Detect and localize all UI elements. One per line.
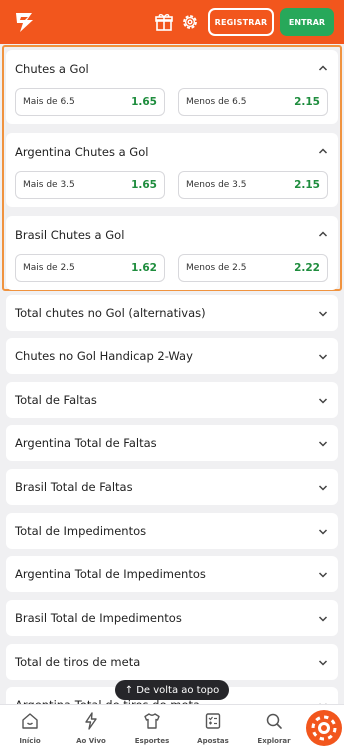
odd-button-over[interactable]: Mais de 3.5 1.65 bbox=[15, 171, 165, 199]
market-title: Argentina Total de Faltas bbox=[15, 436, 157, 450]
chevron-down-icon bbox=[318, 311, 328, 317]
home-icon bbox=[22, 713, 38, 729]
market-card-brasil-shots: Brasil Chutes a Gol Mais de 2.5 1.62 Men… bbox=[6, 216, 338, 290]
odd-label: Mais de 3.5 bbox=[23, 180, 75, 190]
nav-home[interactable]: Início bbox=[0, 711, 60, 749]
market-title: Total de tiros de meta bbox=[15, 655, 141, 669]
search-icon bbox=[266, 713, 282, 729]
bottom-nav: Início Ao Vivo Esportes Apostas Explorar bbox=[0, 704, 344, 750]
chevron-up-icon[interactable] bbox=[318, 147, 328, 155]
nav-sports[interactable]: Esportes bbox=[122, 711, 182, 749]
chevron-up-icon[interactable] bbox=[318, 64, 328, 72]
market-row[interactable]: Argentina Total de Impedimentos bbox=[6, 556, 338, 592]
market-card-argentina-shots: Argentina Chutes a Gol Mais de 3.5 1.65 … bbox=[6, 133, 338, 207]
back-to-top-button[interactable]: ↑ De volta ao topo bbox=[115, 680, 229, 700]
register-button[interactable]: REGISTRAR bbox=[208, 8, 274, 36]
odd-label: Mais de 2.5 bbox=[23, 263, 75, 273]
chevron-down-icon bbox=[318, 485, 328, 491]
market-title: Brasil Total de Impedimentos bbox=[15, 611, 182, 625]
chevron-down-icon bbox=[318, 354, 328, 360]
gift-icon[interactable] bbox=[154, 12, 174, 32]
market-title: Total de Faltas bbox=[15, 393, 97, 407]
lightning-icon bbox=[85, 712, 97, 730]
betslip-icon bbox=[205, 713, 221, 729]
chevron-down-icon bbox=[318, 398, 328, 404]
market-row[interactable]: Chutes no Gol Handicap 2-Way bbox=[6, 338, 338, 374]
market-title: Total de Impedimentos bbox=[15, 524, 147, 538]
market-row[interactable]: Total de Faltas bbox=[6, 382, 338, 418]
odd-button-under[interactable]: Menos de 2.5 2.22 bbox=[178, 254, 328, 282]
odd-value: 1.62 bbox=[131, 262, 157, 274]
login-button[interactable]: ENTRAR bbox=[280, 8, 334, 36]
odd-label: Menos de 6.5 bbox=[186, 97, 247, 107]
nav-bets[interactable]: Apostas bbox=[183, 711, 243, 749]
gear-icon[interactable] bbox=[180, 12, 200, 32]
odd-value: 2.15 bbox=[294, 179, 320, 191]
nav-explore[interactable]: Explorar bbox=[244, 711, 304, 749]
market-row[interactable]: Brasil Total de Faltas bbox=[6, 469, 338, 505]
chevron-down-icon bbox=[318, 572, 328, 578]
chevron-down-icon bbox=[318, 660, 328, 666]
market-title[interactable]: Chutes a Gol bbox=[15, 62, 89, 76]
nav-label: Esportes bbox=[134, 737, 170, 745]
nav-live[interactable]: Ao Vivo bbox=[61, 711, 121, 749]
arrow-up-icon: ↑ bbox=[124, 684, 134, 696]
market-title[interactable]: Argentina Chutes a Gol bbox=[15, 145, 148, 159]
market-row[interactable]: Total chutes no Gol (alternativas) bbox=[6, 295, 338, 331]
market-title: Total chutes no Gol (alternativas) bbox=[15, 306, 206, 320]
back-to-top-label: De volta ao topo bbox=[136, 684, 220, 696]
nav-label: Ao Vivo bbox=[76, 737, 106, 745]
market-title: Argentina Total de Impedimentos bbox=[15, 567, 206, 581]
chevron-down-icon bbox=[318, 616, 328, 622]
market-title: Brasil Total de Faltas bbox=[15, 480, 133, 494]
market-row[interactable]: Total de Impedimentos bbox=[6, 513, 338, 549]
market-row[interactable]: Brasil Total de Impedimentos bbox=[6, 600, 338, 636]
market-row[interactable]: Argentina Total de Faltas bbox=[6, 425, 338, 461]
brand-logo-icon[interactable] bbox=[12, 9, 38, 35]
odd-label: Menos de 2.5 bbox=[186, 263, 247, 273]
market-card-shots-on-goal: Chutes a Gol Mais de 6.5 1.65 Menos de 6… bbox=[6, 50, 338, 124]
market-title[interactable]: Brasil Chutes a Gol bbox=[15, 228, 124, 242]
nav-label: Início bbox=[19, 737, 41, 745]
chevron-up-icon[interactable] bbox=[318, 230, 328, 238]
odd-value: 1.65 bbox=[131, 96, 157, 108]
odd-label: Menos de 3.5 bbox=[186, 180, 247, 190]
odd-button-over[interactable]: Mais de 6.5 1.65 bbox=[15, 88, 165, 116]
odd-button-under[interactable]: Menos de 3.5 2.15 bbox=[178, 171, 328, 199]
odd-value: 1.65 bbox=[131, 179, 157, 191]
top-bar: REGISTRAR ENTRAR bbox=[0, 0, 344, 44]
support-chip-icon[interactable] bbox=[306, 710, 342, 746]
nav-label: Apostas bbox=[197, 737, 229, 745]
market-title: Chutes no Gol Handicap 2-Way bbox=[15, 349, 193, 363]
shirt-icon bbox=[144, 713, 160, 729]
nav-label: Explorar bbox=[257, 737, 291, 745]
odd-value: 2.15 bbox=[294, 96, 320, 108]
odd-button-over[interactable]: Mais de 2.5 1.62 bbox=[15, 254, 165, 282]
odd-button-under[interactable]: Menos de 6.5 2.15 bbox=[178, 88, 328, 116]
odd-value: 2.22 bbox=[294, 262, 320, 274]
market-row[interactable]: Total de tiros de meta bbox=[6, 644, 338, 680]
chevron-down-icon bbox=[318, 529, 328, 535]
chevron-down-icon bbox=[318, 441, 328, 447]
odd-label: Mais de 6.5 bbox=[23, 97, 75, 107]
